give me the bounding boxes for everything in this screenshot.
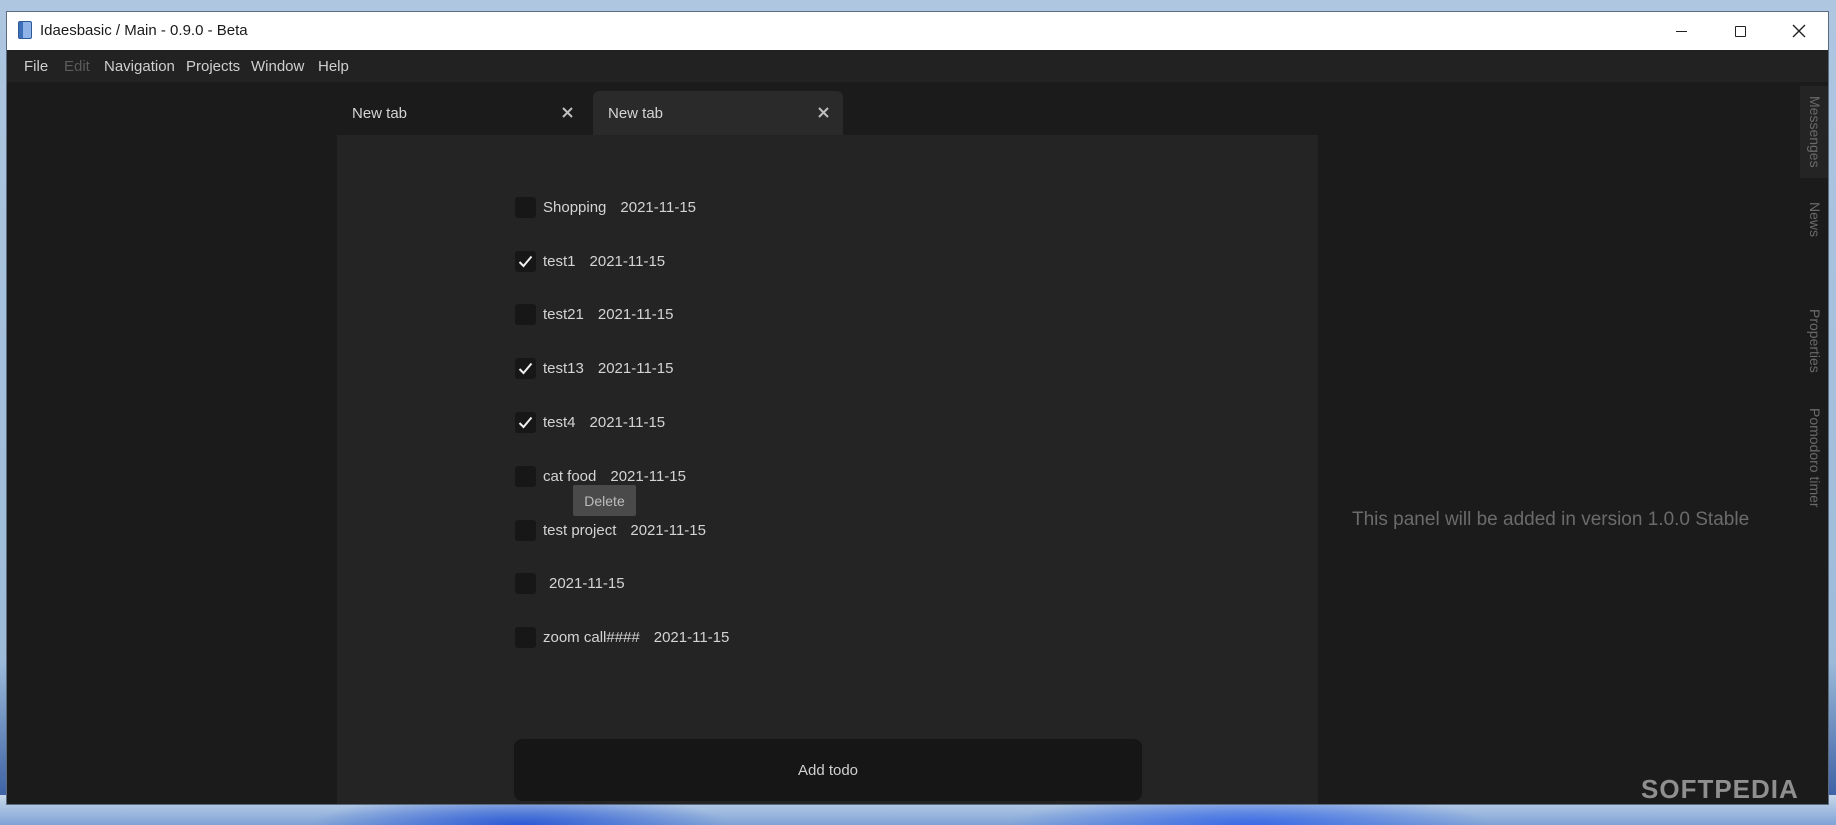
- title-bar: Idaesbasic / Main - 0.9.0 - Beta: [7, 12, 1828, 50]
- tab-new-1[interactable]: New tab: [337, 91, 587, 135]
- close-icon: [817, 106, 829, 118]
- todo-date: 2021-11-15: [610, 467, 686, 485]
- todo-item: cat food 2021-11-15: [515, 465, 686, 487]
- tab-close-button[interactable]: [815, 104, 831, 120]
- todo-item: test1 2021-11-15: [515, 250, 665, 272]
- workspace: New tab New tab Shopping 2021-11-15 test…: [7, 82, 1828, 804]
- todo-text: test13: [543, 359, 584, 377]
- todo-checkbox[interactable]: [515, 411, 536, 433]
- menu-navigation[interactable]: Navigation: [104, 58, 175, 75]
- maximize-icon: [1734, 25, 1746, 37]
- todo-text: cat food: [543, 467, 597, 485]
- app-window: Idaesbasic / Main - 0.9.0 - Beta File Ed…: [6, 11, 1829, 805]
- tab-close-button[interactable]: [559, 104, 575, 120]
- window-close-button[interactable]: [1770, 12, 1828, 50]
- todo-date: 2021-11-15: [597, 305, 674, 323]
- todo-panel: Shopping 2021-11-15 test1 2021-11-15 tes…: [337, 135, 1318, 804]
- todo-checkbox[interactable]: [515, 357, 536, 379]
- menu-edit: Edit: [64, 58, 90, 75]
- minimize-icon: [1675, 30, 1687, 32]
- todo-date: 2021-11-15: [549, 574, 625, 592]
- menu-file[interactable]: File: [24, 58, 48, 75]
- tab-label: New tab: [352, 105, 408, 122]
- add-todo-button[interactable]: Add todo: [514, 739, 1142, 801]
- todo-checkbox[interactable]: [515, 626, 536, 648]
- close-icon: [1792, 24, 1806, 38]
- todo-item: test13 2021-11-15: [515, 357, 674, 379]
- checkmark-icon: [518, 362, 533, 374]
- notebook-icon: [18, 21, 32, 39]
- tab-label: New tab: [608, 105, 664, 122]
- menu-projects[interactable]: Projects: [186, 58, 240, 75]
- todo-checkbox[interactable]: [515, 519, 536, 541]
- todo-date: 2021-11-15: [630, 521, 706, 539]
- todo-checkbox[interactable]: [515, 465, 536, 487]
- todo-text: test project: [543, 521, 617, 539]
- todo-date: 2021-11-15: [653, 628, 730, 646]
- side-tab-pomodoro-timer[interactable]: Pomodoro timer: [1800, 398, 1828, 518]
- todo-date: 2021-11-15: [589, 413, 666, 431]
- todo-checkbox[interactable]: [515, 572, 536, 594]
- todo-item: test project 2021-11-15: [515, 519, 706, 541]
- todo-checkbox[interactable]: [515, 250, 536, 272]
- todo-text: zoom call####: [543, 628, 640, 646]
- todo-text: Shopping: [543, 198, 607, 216]
- menu-help[interactable]: Help: [318, 58, 349, 75]
- right-sidebar: Messenges News Properties Pomodoro timer: [1800, 82, 1828, 804]
- side-tab-label: Pomodoro timer: [1807, 408, 1823, 508]
- tab-new-2[interactable]: New tab: [593, 91, 843, 135]
- right-panel-message: This panel will be added in version 1.0.…: [1352, 509, 1750, 530]
- menu-bar: File Edit Navigation Projects Window Hel…: [7, 50, 1828, 82]
- delete-tooltip[interactable]: Delete: [573, 485, 636, 516]
- side-tab-properties[interactable]: Properties: [1800, 296, 1828, 386]
- todo-text: test21: [543, 305, 584, 323]
- maximize-button[interactable]: [1711, 12, 1769, 50]
- todo-item: test21 2021-11-15: [515, 303, 674, 325]
- todo-date: 2021-11-15: [620, 198, 697, 216]
- side-tab-messenges[interactable]: Messenges: [1800, 86, 1828, 178]
- softpedia-watermark: SOFTPEDIA: [1641, 774, 1799, 804]
- todo-item: test4 2021-11-15: [515, 411, 665, 433]
- todo-item: zoom call#### 2021-11-15: [515, 626, 729, 648]
- todo-item: Shopping 2021-11-15: [515, 196, 696, 218]
- todo-date: 2021-11-15: [597, 359, 674, 377]
- side-tab-label: Messenges: [1807, 96, 1823, 168]
- todo-text: test4: [543, 413, 576, 431]
- todo-checkbox[interactable]: [515, 303, 536, 325]
- close-icon: [561, 106, 573, 118]
- side-tab-label: Properties: [1807, 309, 1823, 373]
- window-title: Idaesbasic / Main - 0.9.0 - Beta: [40, 22, 248, 39]
- minimize-button[interactable]: [1652, 12, 1710, 50]
- todo-date: 2021-11-15: [589, 252, 666, 270]
- side-tab-label: News: [1807, 202, 1823, 238]
- todo-item: 2021-11-15: [515, 572, 625, 594]
- todo-checkbox[interactable]: [515, 196, 536, 218]
- side-tab-news[interactable]: News: [1800, 190, 1828, 250]
- menu-window[interactable]: Window: [251, 58, 304, 75]
- checkmark-icon: [518, 416, 533, 428]
- todo-text: test1: [543, 252, 576, 270]
- checkmark-icon: [518, 255, 533, 267]
